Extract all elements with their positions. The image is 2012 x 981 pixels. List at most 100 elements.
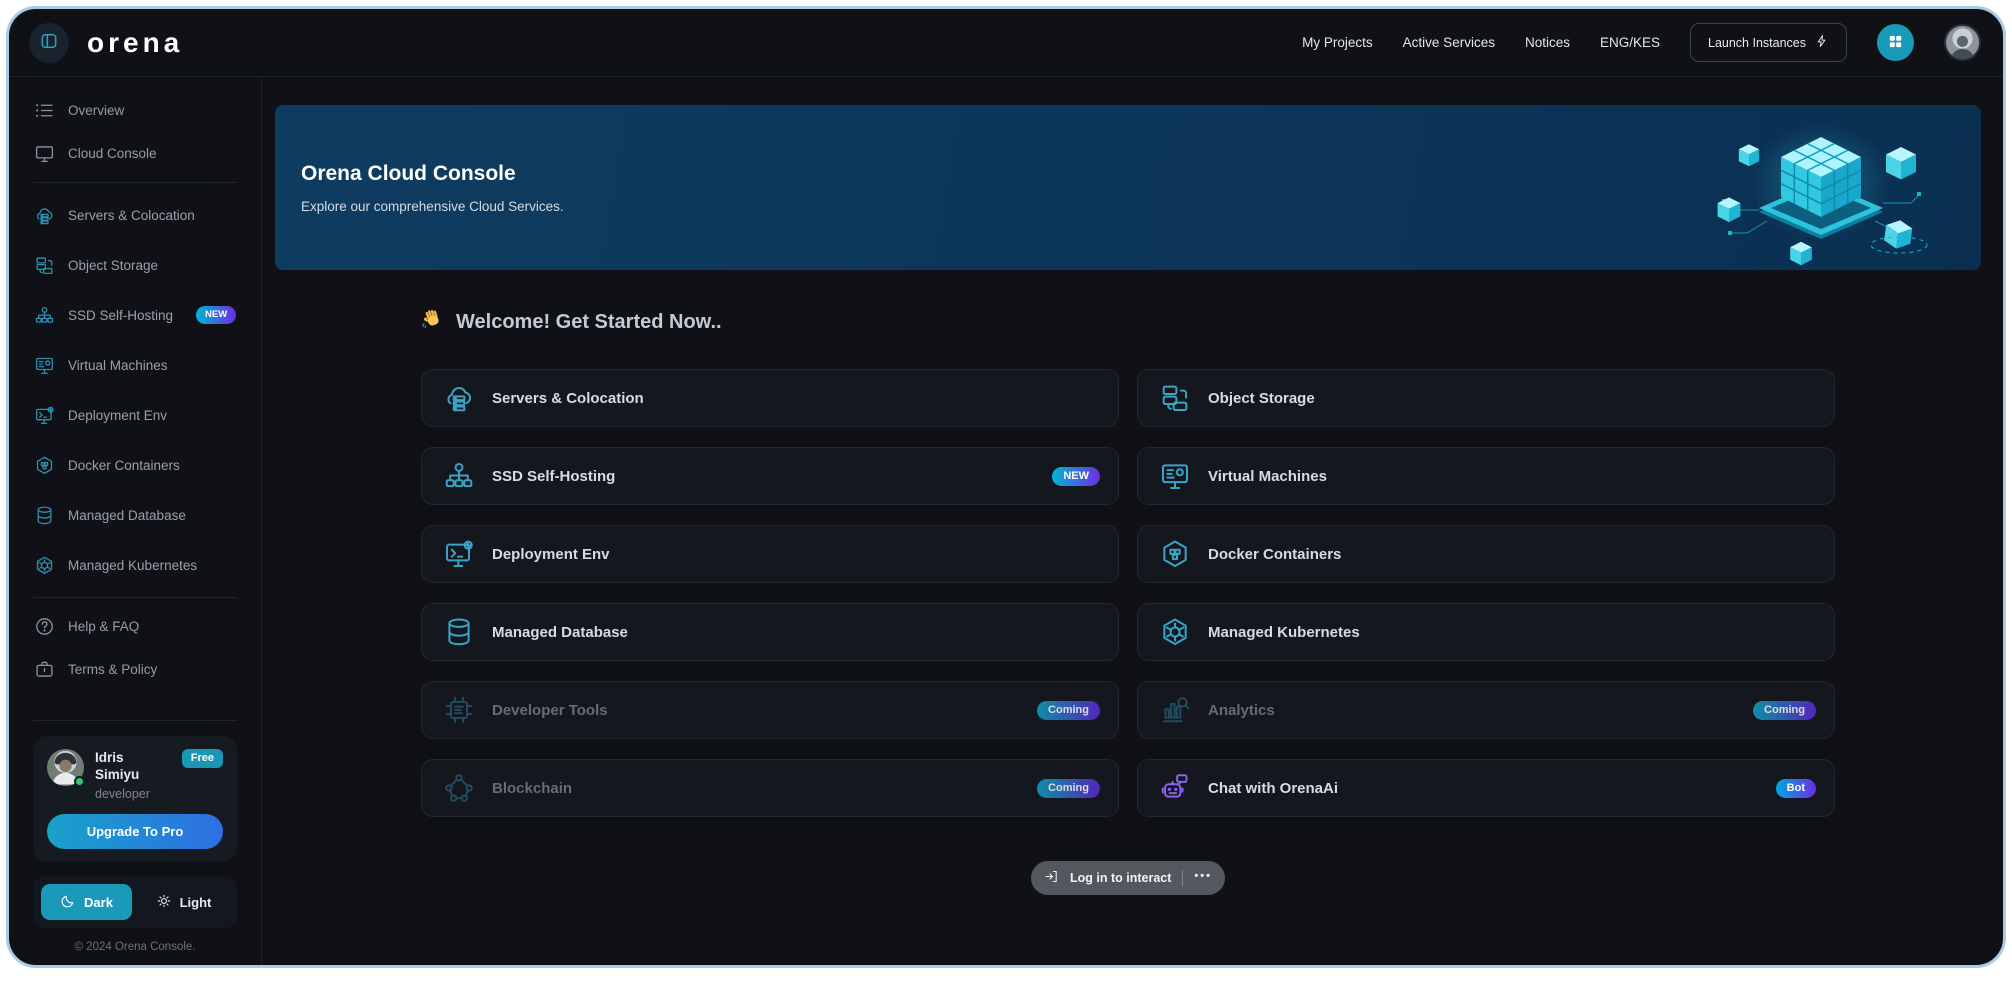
database-icon	[442, 615, 476, 649]
sidebar-item-docker-containers[interactable]: Docker Containers	[33, 440, 237, 490]
user-role: developer	[95, 787, 171, 801]
nav-links: My Projects Active Services Notices ENG/KES	[1302, 35, 1660, 50]
sidebar-item-deployment-env[interactable]: Deployment Env	[33, 390, 237, 440]
sidebar-item-ssd-self-hosting[interactable]: SSD Self-Hosting NEW	[33, 290, 237, 340]
storage-boxes-icon	[1158, 381, 1192, 415]
launch-instances-button[interactable]: Launch Instances	[1690, 23, 1847, 62]
sidebar-item-label: Object Storage	[68, 258, 158, 273]
service-card-deployment-env[interactable]: Deployment Env	[421, 525, 1119, 583]
grid-icon	[1887, 33, 1904, 53]
service-card-label: SSD Self-Hosting	[492, 468, 615, 485]
main-content: Orena Cloud Console Explore our comprehe…	[262, 77, 2003, 965]
nav-link-notices[interactable]: Notices	[1525, 35, 1570, 50]
service-card-label: Docker Containers	[1208, 546, 1341, 563]
cloud-server-icon	[33, 204, 55, 226]
plan-badge: Free	[182, 749, 223, 768]
more-options-icon[interactable]: •••	[1194, 871, 1212, 886]
user-plan-card: Idris Simiyu developer Free Upgrade To P…	[33, 736, 237, 862]
coming-badge: Coming	[1037, 701, 1100, 720]
sidebar-item-terms-policy[interactable]: Terms & Policy	[33, 648, 237, 691]
sidebar-item-cloud-console[interactable]: Cloud Console	[33, 132, 237, 175]
top-navbar: orena My Projects Active Services Notices E…	[9, 9, 2003, 77]
blockchain-icon	[442, 771, 476, 805]
vm-icon	[33, 354, 55, 376]
sidebar-item-label: Managed Database	[68, 508, 186, 523]
vm-icon	[1158, 459, 1192, 493]
sidebar-avatar	[47, 749, 84, 786]
ssd-nodes-icon	[33, 304, 55, 326]
chip-icon	[442, 693, 476, 727]
sidebar-divider	[33, 720, 237, 721]
service-card-label: Virtual Machines	[1208, 468, 1327, 485]
service-card-label: Object Storage	[1208, 390, 1315, 407]
sidebar-item-label: Terms & Policy	[68, 662, 157, 677]
sun-icon	[156, 893, 172, 912]
sidebar-item-label: Virtual Machines	[68, 358, 168, 373]
service-card-label: Analytics	[1208, 702, 1275, 719]
kubernetes-icon	[1158, 615, 1192, 649]
sidebar-item-managed-database[interactable]: Managed Database	[33, 490, 237, 540]
analytics-icon	[1158, 693, 1192, 727]
wave-emoji-icon	[421, 308, 444, 337]
sidebar-item-virtual-machines[interactable]: Virtual Machines	[33, 340, 237, 390]
sidebar-item-object-storage[interactable]: Object Storage	[33, 240, 237, 290]
service-card-label: Managed Database	[492, 624, 628, 641]
nav-link-my-projects[interactable]: My Projects	[1302, 35, 1373, 50]
service-card-label: Blockchain	[492, 780, 572, 797]
briefcase-icon	[33, 659, 55, 681]
nav-link-active-services[interactable]: Active Services	[1403, 35, 1495, 50]
apps-grid-button[interactable]	[1877, 24, 1914, 61]
service-card-label: Servers & Colocation	[492, 390, 644, 407]
bot-badge: Bot	[1776, 779, 1816, 798]
theme-light-button[interactable]: Light	[138, 884, 229, 920]
login-to-interact-pill[interactable]: Log in to interact •••	[1031, 861, 1225, 895]
services-grid: Servers & Colocation Object Storage SSD Se…	[421, 369, 1835, 817]
service-card-label: Chat with OrenaAi	[1208, 780, 1338, 797]
lightning-icon	[1815, 34, 1829, 51]
service-card-chat-with-orenaai[interactable]: Chat with OrenaAi Bot	[1137, 759, 1835, 817]
moon-icon	[60, 893, 76, 912]
theme-dark-button[interactable]: Dark	[41, 884, 132, 920]
service-card-managed-database[interactable]: Managed Database	[421, 603, 1119, 661]
sidebar-item-help-faq[interactable]: Help & FAQ	[33, 605, 237, 648]
sidebar-item-label: Docker Containers	[68, 458, 180, 473]
nav-link-eng-kes[interactable]: ENG/KES	[1600, 35, 1660, 50]
welcome-text: Welcome! Get Started Now..	[456, 311, 722, 334]
deploy-icon	[33, 404, 55, 426]
service-card-virtual-machines[interactable]: Virtual Machines	[1137, 447, 1835, 505]
service-card-developer-tools: Developer Tools Coming	[421, 681, 1119, 739]
app-window: orena My Projects Active Services Notices E…	[6, 6, 2006, 968]
upgrade-to-pro-button[interactable]: Upgrade To Pro	[47, 814, 223, 849]
sidebar-item-servers-colocation[interactable]: Servers & Colocation	[33, 190, 237, 240]
service-card-managed-kubernetes[interactable]: Managed Kubernetes	[1137, 603, 1835, 661]
list-icon	[33, 100, 55, 122]
service-card-blockchain: BlockchainComing	[421, 759, 1119, 817]
service-card-ssd-self-hosting[interactable]: SSD Self-HostingNEW	[421, 447, 1119, 505]
sidebar-item-label: SSD Self-Hosting	[68, 308, 173, 323]
orena-logo: orena	[87, 29, 183, 57]
sidebar-item-overview[interactable]: Overview	[33, 89, 237, 132]
user-name: Idris Simiyu	[95, 749, 171, 784]
service-card-docker-containers[interactable]: Docker Containers	[1137, 525, 1835, 583]
sidebar-item-managed-kubernetes[interactable]: Managed Kubernetes	[33, 540, 237, 590]
kubernetes-icon	[33, 554, 55, 576]
sidebar: Overview Cloud Console Servers & Colocati…	[9, 77, 262, 965]
service-card-servers-colocation[interactable]: Servers & Colocation	[421, 369, 1119, 427]
sidebar-item-label: Help & FAQ	[68, 619, 139, 634]
user-avatar[interactable]	[1944, 24, 1981, 61]
service-card-object-storage[interactable]: Object Storage	[1137, 369, 1835, 427]
service-card-label: Developer Tools	[492, 702, 608, 719]
sidebar-item-label: Overview	[68, 103, 124, 118]
docker-hex-icon	[1158, 537, 1192, 571]
ssd-nodes-icon	[442, 459, 476, 493]
theme-toggle: Dark Light	[33, 876, 237, 928]
new-badge: NEW	[196, 306, 236, 324]
sidebar-toggle-button[interactable]	[29, 23, 69, 63]
welcome-heading: Welcome! Get Started Now..	[421, 308, 1835, 337]
sidebar-divider	[33, 597, 237, 598]
sidebar-divider	[33, 182, 237, 183]
deploy-icon	[442, 537, 476, 571]
panel-toggle-icon	[39, 31, 59, 54]
online-status-dot	[74, 776, 85, 787]
sidebar-item-label: Deployment Env	[68, 408, 167, 423]
